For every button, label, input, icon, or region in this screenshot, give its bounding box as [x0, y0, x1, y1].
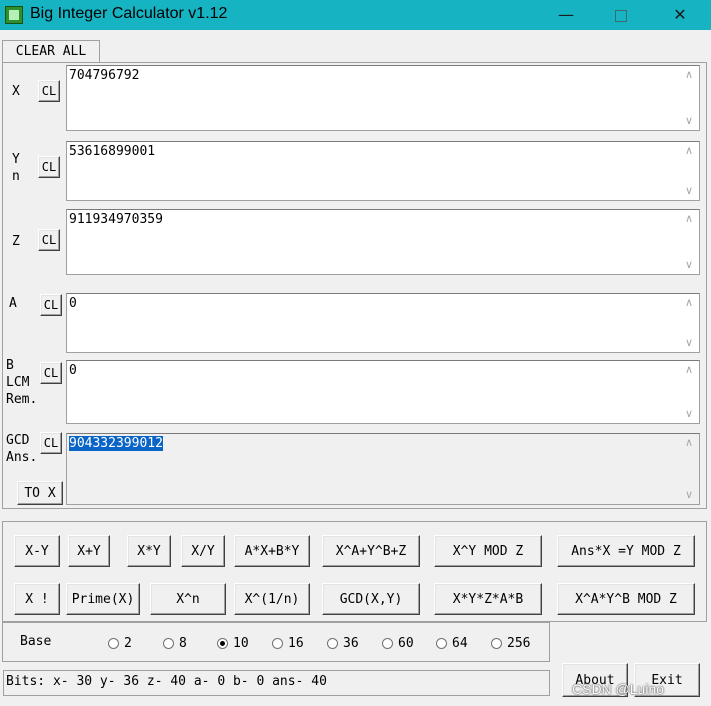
x-pow-n-button[interactable]: X^n: [150, 583, 226, 615]
base-radio-label: 36: [343, 636, 359, 651]
base-radio-label: 2: [124, 636, 132, 651]
to-x-button[interactable]: TO X: [17, 481, 63, 505]
scroll-down-icon[interactable]: ∨: [682, 488, 696, 502]
radio-circle-icon: [327, 638, 338, 649]
status-bar: Bits: x- 30 y- 36 z- 40 a- 0 b- 0 ans- 4…: [3, 670, 550, 696]
xy-mod-z-button[interactable]: X^Y MOD Z: [434, 535, 542, 567]
scroll-down-icon[interactable]: ∨: [682, 258, 696, 272]
scroll-down-icon[interactable]: ∨: [682, 114, 696, 128]
ans-x-mod-button[interactable]: Ans*X =Y MOD Z: [557, 535, 695, 567]
base-radio-2[interactable]: 2: [108, 636, 132, 651]
scroll-up-icon[interactable]: ∧: [682, 212, 696, 226]
x-root-n-button[interactable]: X^(1/n): [234, 583, 310, 615]
base-radio-256[interactable]: 256: [491, 636, 530, 651]
xaybz-button[interactable]: X^A+Y^B+Z: [322, 535, 420, 567]
scroll-up-icon[interactable]: ∧: [682, 436, 696, 450]
axby-button[interactable]: A*X+B*Y: [234, 535, 310, 567]
title-bar: Big Integer Calculator v1.12 — ✕: [0, 0, 711, 30]
x-minus-y-button[interactable]: X-Y: [14, 535, 60, 567]
radio-circle-icon: [491, 638, 502, 649]
gcd-button[interactable]: GCD(X,Y): [322, 583, 420, 615]
x-div-y-button[interactable]: X/Y: [181, 535, 225, 567]
a-clear-button[interactable]: CL: [40, 294, 62, 316]
a-value: 0: [69, 296, 77, 311]
watermark: CSDN @Luino: [572, 681, 665, 697]
clear-all-button[interactable]: CLEAR ALL: [2, 40, 100, 62]
scroll-down-icon[interactable]: ∨: [682, 407, 696, 421]
a-input[interactable]: 0 ∧ ∨: [66, 293, 700, 353]
y-input[interactable]: 53616899001 ∧ ∨: [66, 141, 700, 201]
base-label: Base: [20, 634, 52, 649]
base-radio-label: 10: [233, 636, 249, 651]
z-value: 911934970359: [69, 212, 163, 227]
base-radio-label: 64: [452, 636, 468, 651]
base-radio-8[interactable]: 8: [163, 636, 187, 651]
x-value: 704796792: [69, 68, 140, 83]
b-value: 0: [69, 363, 77, 378]
radio-circle-icon: [217, 638, 228, 649]
x-clear-button[interactable]: CL: [38, 80, 60, 102]
x-factorial-button[interactable]: X !: [14, 583, 60, 615]
scroll-down-icon[interactable]: ∨: [682, 184, 696, 198]
xyzab-button[interactable]: X*Y*Z*A*B: [434, 583, 542, 615]
y-clear-button[interactable]: CL: [38, 156, 60, 178]
radio-circle-icon: [436, 638, 447, 649]
y-value: 53616899001: [69, 144, 156, 159]
z-label: Z: [12, 234, 20, 249]
base-radio-label: 60: [398, 636, 414, 651]
ans-output[interactable]: 904332399012 ∧ ∨: [66, 433, 700, 505]
z-clear-button[interactable]: CL: [38, 229, 60, 251]
ans-label: GCD Ans.: [6, 433, 38, 465]
b-label: B LCM Rem.: [6, 358, 38, 407]
close-button[interactable]: ✕: [657, 0, 703, 30]
base-radio-16[interactable]: 16: [272, 636, 304, 651]
scroll-up-icon[interactable]: ∧: [682, 68, 696, 82]
radio-circle-icon: [382, 638, 393, 649]
x-times-y-button[interactable]: X*Y: [127, 535, 171, 567]
xayb-mod-z-button[interactable]: X^A*Y^B MOD Z: [557, 583, 695, 615]
maximize-icon: [615, 9, 627, 22]
minimize-button[interactable]: —: [543, 0, 589, 30]
x-plus-y-button[interactable]: X+Y: [68, 535, 110, 567]
ans-clear-button[interactable]: CL: [40, 432, 62, 454]
y-label: Y n: [12, 152, 20, 184]
scroll-up-icon[interactable]: ∧: [682, 144, 696, 158]
base-radio-36[interactable]: 36: [327, 636, 359, 651]
window-title: Big Integer Calculator v1.12: [30, 5, 228, 22]
radio-circle-icon: [108, 638, 119, 649]
radio-circle-icon: [163, 638, 174, 649]
scroll-down-icon[interactable]: ∨: [682, 336, 696, 350]
scroll-up-icon[interactable]: ∧: [682, 363, 696, 377]
b-clear-button[interactable]: CL: [40, 362, 62, 384]
base-radio-64[interactable]: 64: [436, 636, 468, 651]
x-input[interactable]: 704796792 ∧ ∨: [66, 65, 700, 131]
base-radio-label: 8: [179, 636, 187, 651]
base-radio-label: 16: [288, 636, 304, 651]
base-radio-label: 256: [507, 636, 531, 651]
a-label: A: [9, 296, 17, 311]
maximize-button[interactable]: [598, 0, 644, 30]
z-input[interactable]: 911934970359 ∧ ∨: [66, 209, 700, 275]
prime-x-button[interactable]: Prime(X): [66, 583, 140, 615]
base-radio-10[interactable]: 10: [217, 636, 249, 651]
base-radio-60[interactable]: 60: [382, 636, 414, 651]
scroll-up-icon[interactable]: ∧: [682, 296, 696, 310]
x-label: X: [12, 84, 20, 99]
ans-value: 904332399012: [69, 436, 163, 451]
app-icon: [5, 6, 23, 24]
radio-circle-icon: [272, 638, 283, 649]
b-input[interactable]: 0 ∧ ∨: [66, 360, 700, 424]
